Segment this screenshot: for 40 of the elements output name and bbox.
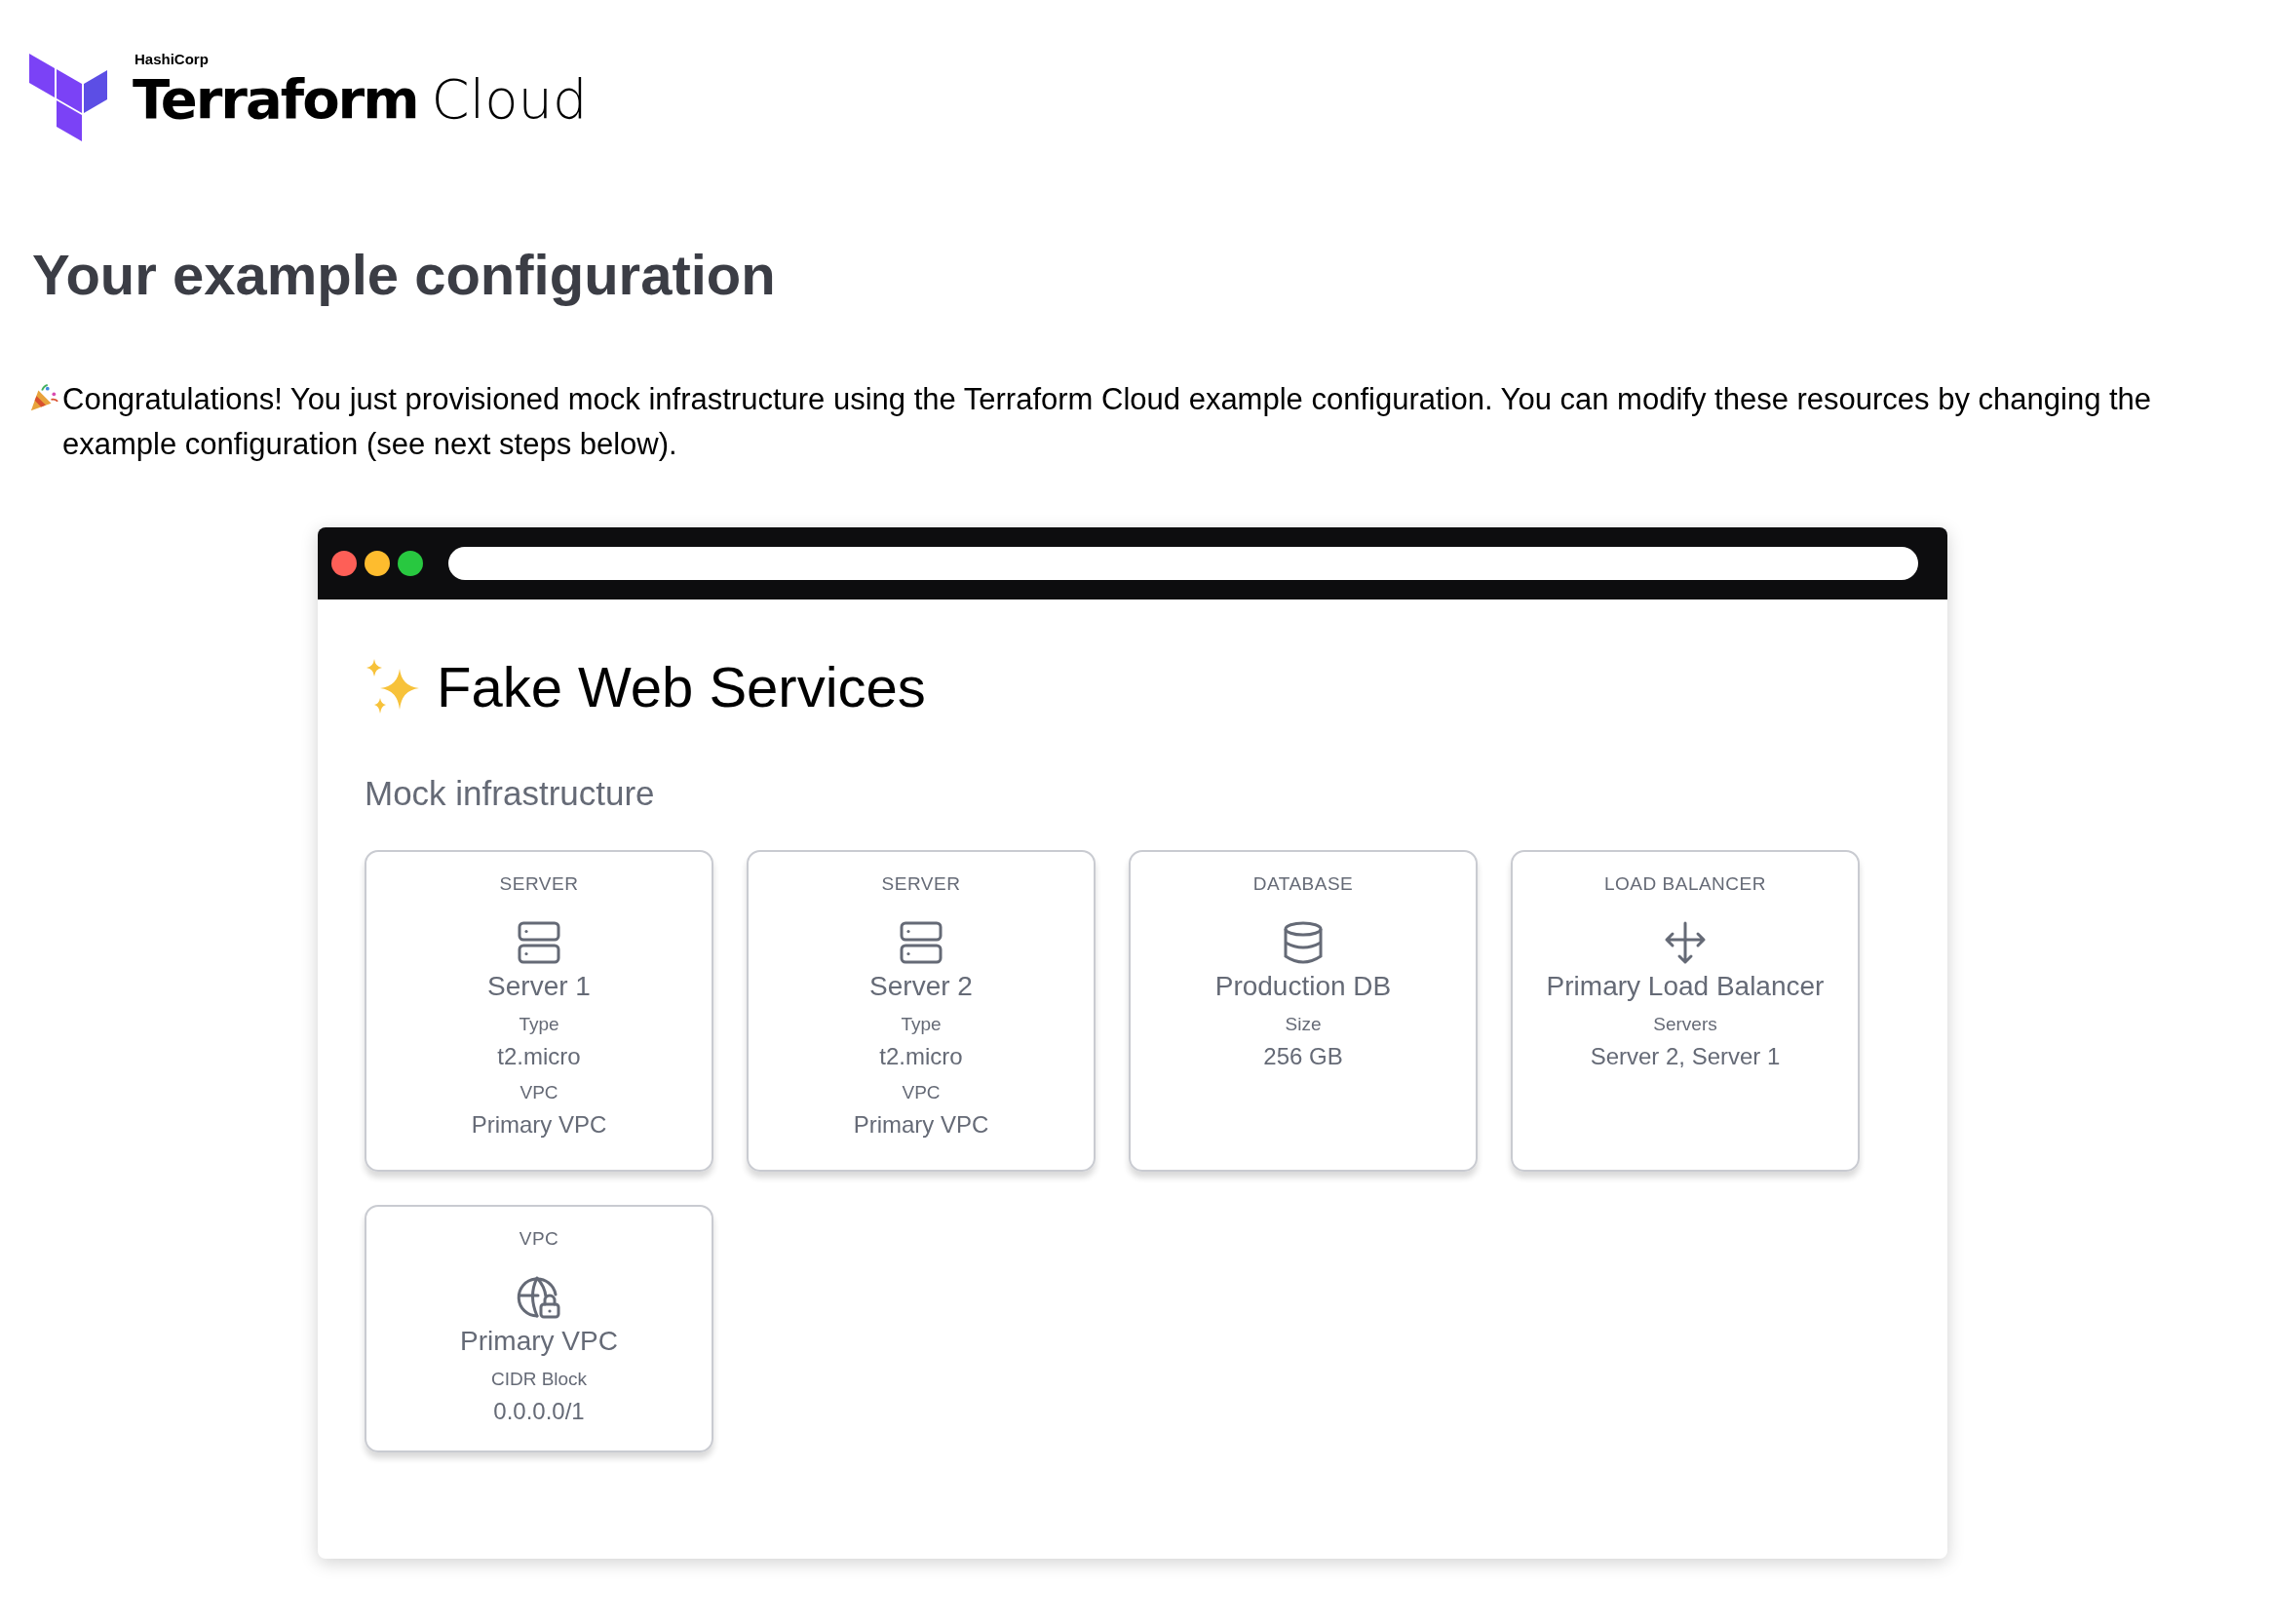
resource-name: Primary VPC	[460, 1325, 618, 1357]
resource-name: Production DB	[1214, 970, 1392, 1002]
field-label: VPC	[902, 1081, 941, 1103]
field-value: t2.micro	[497, 1042, 581, 1070]
section-title: Mock infrastructure	[365, 773, 656, 813]
resource-name: Primary Load Balancer	[1546, 970, 1825, 1002]
server-icon	[899, 919, 943, 965]
field-label: CIDR Block	[490, 1368, 588, 1390]
resource-name: Server 1	[487, 970, 591, 1002]
resource-category: DATABASE	[1252, 872, 1354, 895]
field-value: 0.0.0.0/1	[493, 1397, 585, 1425]
intro-text: Congratulations! You just provisioned mock infrastructure using the Terraform Cloud example configuration. You can modify these resources by changing the example configuration (see next steps below).	[62, 380, 2153, 463]
app-title: Fake Web Services	[437, 653, 926, 719]
field-value: Primary VPC	[471, 1110, 607, 1139]
field-label: Size	[1285, 1013, 1322, 1035]
globe-lock-icon	[517, 1274, 561, 1320]
resource-category: SERVER	[499, 872, 579, 895]
field-label: VPC	[520, 1081, 558, 1103]
close-dot	[331, 550, 357, 576]
field-value: Server 2, Server 1	[1590, 1042, 1781, 1070]
resource-category: SERVER	[881, 872, 961, 895]
field-label: Type	[901, 1013, 942, 1035]
move-arrows-icon	[1663, 919, 1708, 965]
resource-category: LOAD BALANCER	[1604, 872, 1766, 895]
page-heading: Your example configuration	[32, 242, 777, 308]
minimize-dot	[365, 550, 390, 576]
resource-category: VPC	[519, 1227, 559, 1250]
server-icon	[517, 919, 561, 965]
terraform-logo-icon	[29, 54, 107, 141]
maximize-dot	[398, 550, 423, 576]
field-label: Type	[519, 1013, 559, 1035]
field-label: Servers	[1653, 1013, 1717, 1035]
party-popper-icon	[29, 382, 58, 412]
product-name: Terraform	[133, 68, 418, 131]
field-value: t2.micro	[879, 1042, 963, 1070]
field-value: Primary VPC	[853, 1110, 989, 1139]
product-edition: Cloud	[431, 68, 588, 131]
field-value: 256 GB	[1263, 1042, 1343, 1070]
company-name: HashiCorp	[135, 51, 210, 68]
resource-name: Server 2	[869, 970, 973, 1002]
